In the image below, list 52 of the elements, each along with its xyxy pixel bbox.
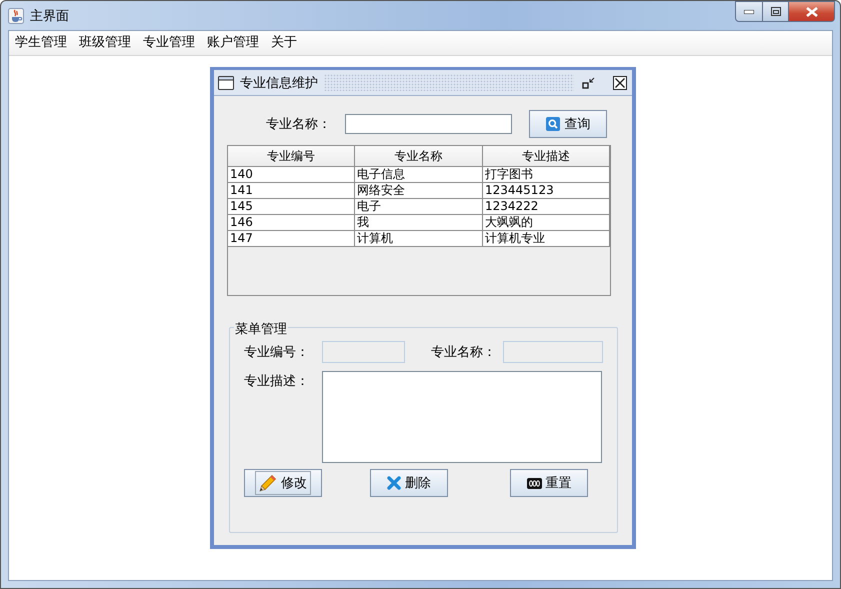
maximize-button[interactable] (763, 1, 789, 22)
table-cell: 电子 (355, 199, 483, 215)
field-label: 专业名称： (431, 344, 497, 361)
maximize-icon (770, 7, 780, 16)
menu-item[interactable]: 账户管理 (201, 32, 265, 54)
table-cell: 大飒飒的 (483, 215, 610, 231)
edit-button[interactable]: 修改 (244, 469, 322, 497)
reset-button[interactable]: 重置 (510, 469, 588, 497)
close-button[interactable] (612, 74, 628, 90)
minimize-button[interactable] (735, 1, 763, 22)
counter-icon (526, 478, 542, 488)
restore-button[interactable] (580, 74, 596, 90)
search-icon (546, 117, 560, 131)
group-title: 菜单管理 (234, 320, 288, 338)
menu-item[interactable]: 关于 (265, 32, 303, 54)
table-cell: 146 (228, 215, 355, 231)
title-bar-grip[interactable] (324, 74, 574, 91)
minimize-icon (744, 10, 754, 14)
delete-button[interactable]: 删除 (370, 469, 448, 497)
text-area[interactable] (322, 371, 602, 463)
close-icon (806, 6, 818, 16)
column-header[interactable]: 专业描述 (483, 146, 610, 167)
close-icon (613, 76, 627, 90)
window-title: 主界面 (30, 8, 69, 24)
field-label: 专业名称： (266, 116, 331, 133)
table-cell: 140 (228, 167, 355, 183)
table-cell: 打字图书 (483, 167, 610, 183)
java-cup-icon (8, 8, 24, 24)
restore-icon (582, 76, 594, 88)
table-cell: 1234222 (483, 199, 610, 215)
table-cell: 电子信息 (355, 167, 483, 183)
table-cell: 145 (228, 199, 355, 215)
table-cell: 计算机专业 (483, 231, 610, 247)
window-icon (218, 74, 234, 90)
table-cell: 147 (228, 231, 355, 247)
frame-title: 专业信息维护 (240, 74, 318, 92)
table-cell: 141 (228, 183, 355, 199)
table-cell: 123445123 (483, 183, 610, 199)
table-cell: 我 (355, 215, 483, 231)
field-label: 专业描述： (244, 373, 310, 390)
delete-x-icon (387, 476, 401, 490)
search-button[interactable]: 查询 (529, 110, 607, 138)
menu-item[interactable]: 专业管理 (137, 32, 201, 54)
search-field[interactable] (345, 114, 512, 134)
field-label: 专业编号： (244, 344, 310, 361)
pencil-icon (259, 474, 277, 492)
table-cell: 计算机 (355, 231, 483, 247)
menu-item[interactable]: 学生管理 (9, 32, 73, 54)
menu-item[interactable]: 班级管理 (73, 32, 137, 54)
table-cell: 网络安全 (355, 183, 483, 199)
column-header[interactable]: 专业编号 (228, 146, 355, 167)
column-header[interactable]: 专业名称 (355, 146, 483, 167)
